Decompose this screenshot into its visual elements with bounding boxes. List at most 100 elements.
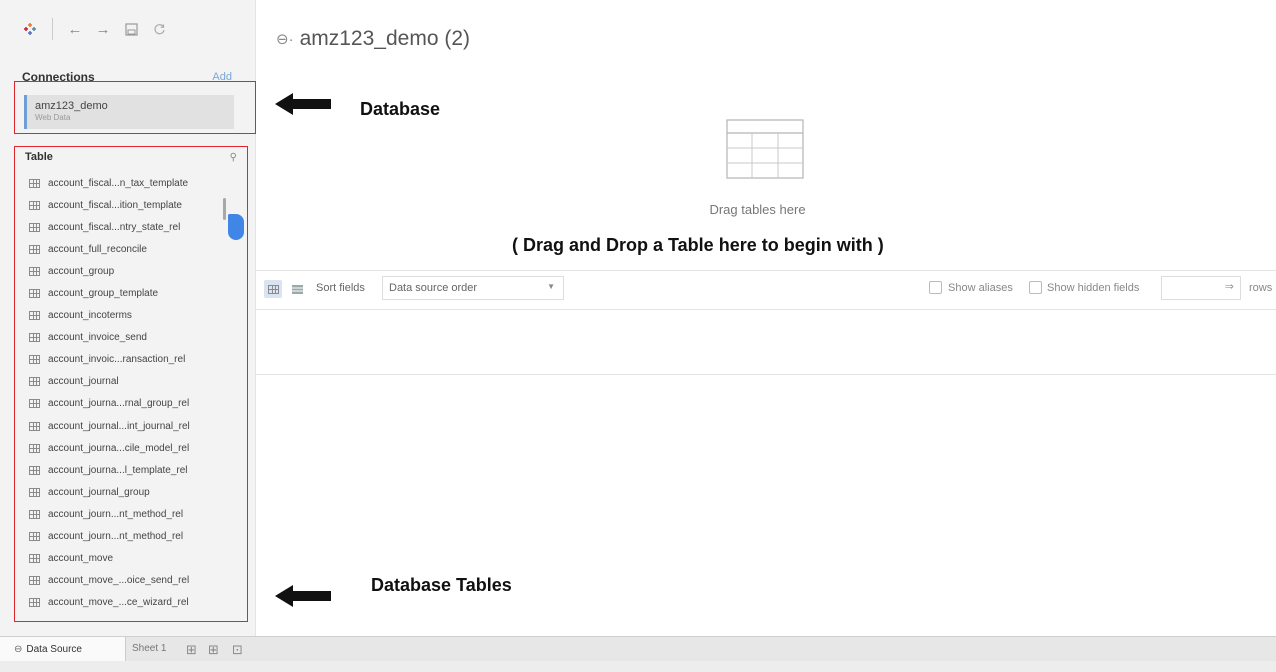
table-name: account_invoice_send	[48, 332, 147, 344]
table-name: account_journa...l_template_rel	[48, 464, 188, 476]
table-name: account_journa...cile_model_rel	[48, 442, 190, 454]
table-list-item[interactable]: account_move_...oice_send_rel	[29, 570, 239, 592]
connection-type: Web Data	[35, 113, 71, 122]
table-list-item[interactable]: account_group	[29, 260, 239, 282]
table-icon	[29, 576, 40, 586]
tableau-logo-icon[interactable]	[22, 21, 38, 37]
table-name: account_move_...oice_send_rel	[48, 575, 190, 587]
forward-arrow-icon[interactable]: →	[95, 21, 111, 38]
sort-fields-label: Sort fields	[316, 282, 365, 294]
list-view-icon	[291, 284, 303, 294]
back-arrow-icon[interactable]: ←	[67, 21, 83, 38]
new-worksheet-icon[interactable]: ⊞	[186, 642, 197, 658]
table-list-item[interactable]: account_fiscal...n_tax_template	[29, 172, 239, 194]
table-list-item[interactable]: account_journ...nt_method_rel	[29, 503, 239, 525]
toolbar-divider	[52, 18, 53, 40]
fields-toolbar: Sort fields Data source order ▼ Show ali…	[256, 270, 1276, 310]
table-list-item[interactable]: account_invoic...ransaction_rel	[29, 349, 239, 371]
table-name: account_fiscal...ntry_state_rel	[48, 221, 181, 233]
data-grid	[256, 312, 1276, 375]
new-dashboard-icon[interactable]: ⊞	[208, 642, 219, 658]
table-icon	[29, 244, 40, 254]
table-name: account_fiscal...ition_template	[48, 199, 182, 211]
database-tables-annotation: Database Tables	[371, 575, 512, 595]
table-name: account_full_reconcile	[48, 243, 147, 255]
table-list-item[interactable]: account_fiscal...ntry_state_rel	[29, 216, 239, 238]
refresh-icon[interactable]	[151, 21, 167, 37]
table-list-item[interactable]: account_move	[29, 548, 239, 570]
tab-sheet-1[interactable]: Sheet 1	[132, 643, 166, 654]
table-name: account_group_template	[48, 288, 159, 300]
table-list-item[interactable]: account_journa...l_template_rel	[29, 459, 239, 481]
table-drop-icon	[726, 119, 804, 179]
search-icon[interactable]: ⚲	[230, 152, 237, 163]
tables-highlight-box: Table ⚲ account_fiscal...n_tax_templatea…	[14, 146, 248, 622]
table-name: account_move	[48, 553, 114, 565]
table-icon	[29, 532, 40, 542]
table-name: account_journal_group	[48, 486, 150, 498]
database-tab-icon: ⊖	[14, 644, 23, 655]
connection-item[interactable]: amz123_demo Web Data	[24, 95, 234, 129]
table-name: account_move_...ce_wizard_rel	[48, 597, 189, 609]
drop-zone-hint[interactable]: Drag tables here	[660, 202, 855, 217]
save-icon[interactable]	[123, 21, 139, 37]
show-hidden-fields-checkbox[interactable]	[1029, 281, 1042, 294]
table-list-item[interactable]: account_move_...ce_wizard_rel	[29, 592, 239, 614]
chevron-down-icon: ▼	[547, 282, 555, 291]
table-name: account_journal	[48, 376, 119, 388]
table-list-item[interactable]: account_journa...rnal_group_rel	[29, 393, 239, 415]
table-name: account_journ...nt_method_rel	[48, 508, 184, 520]
datasource-name: amz123_demo (2)	[299, 27, 470, 50]
show-aliases-label: Show aliases	[948, 282, 1013, 294]
table-list-item[interactable]: account_journa...cile_model_rel	[29, 437, 239, 459]
database-tables-arrow-icon	[275, 585, 331, 607]
sort-fields-select[interactable]: Data source order ▼	[382, 276, 564, 300]
database-annotation: Database	[360, 99, 441, 119]
table-list-item[interactable]: account_invoice_send	[29, 327, 239, 349]
table-icon	[29, 333, 40, 343]
tab-data-source[interactable]: ⊖ Data Source	[0, 637, 126, 662]
table-icon	[29, 465, 40, 475]
new-story-icon[interactable]: ⊡	[232, 642, 243, 658]
drop-instruction-annotation: ( Drag and Drop a Table here to begin wi…	[512, 235, 884, 255]
database-arrow-icon	[275, 93, 331, 115]
table-list-item[interactable]: account_journal	[29, 371, 239, 393]
table-list-item[interactable]: account_journ...nt_method_rel	[29, 526, 239, 548]
table-list-item[interactable]: account_group_template	[29, 282, 239, 304]
show-aliases-checkbox[interactable]	[929, 281, 942, 294]
database-highlight-box: amz123_demo Web Data	[14, 81, 256, 134]
connection-name: amz123_demo	[35, 100, 108, 112]
grid-view-icon	[267, 284, 279, 294]
data-pane: ← → Connections Add amz123_demo Web Data…	[0, 0, 256, 636]
table-icon	[29, 355, 40, 365]
table-list-item[interactable]: account_incoterms	[29, 305, 239, 327]
grid-view-button[interactable]	[264, 280, 282, 298]
table-name: account_incoterms	[48, 310, 132, 322]
table-list-item[interactable]: account_journal_group	[29, 481, 239, 503]
sort-fields-value: Data source order	[389, 282, 478, 294]
database-icon: ⊖·	[276, 31, 294, 48]
table-icon	[29, 399, 40, 409]
show-hidden-fields-label: Show hidden fields	[1047, 282, 1140, 294]
table-icon	[29, 554, 40, 564]
sheet-tab-bar: ⊖ Data Source Sheet 1 ⊞ ⊞ ⊡	[0, 636, 1276, 662]
go-arrow-icon[interactable]: ⇒	[1225, 280, 1234, 293]
table-list-item[interactable]: account_journal...int_journal_rel	[29, 415, 239, 437]
toolbar: ← →	[22, 18, 167, 40]
table-section-title: Table	[25, 151, 53, 163]
table-icon	[29, 509, 40, 519]
table-list-item[interactable]: account_full_reconcile	[29, 238, 239, 260]
table-icon	[29, 200, 40, 210]
table-icon	[29, 289, 40, 299]
table-name: account_fiscal...n_tax_template	[48, 177, 189, 189]
table-name: account_invoic...ransaction_rel	[48, 354, 186, 366]
table-icon	[29, 311, 40, 321]
datasource-title[interactable]: ⊖· amz123_demo (2)	[276, 27, 470, 51]
table-icon	[29, 487, 40, 497]
table-list-scrollbar[interactable]	[223, 198, 226, 220]
table-icon	[29, 421, 40, 431]
list-view-button[interactable]	[288, 280, 306, 298]
table-list-item[interactable]: account_fiscal...ition_template	[29, 194, 239, 216]
table-header: Table ⚲	[25, 151, 237, 163]
rows-input[interactable]: ⇒	[1161, 276, 1241, 300]
